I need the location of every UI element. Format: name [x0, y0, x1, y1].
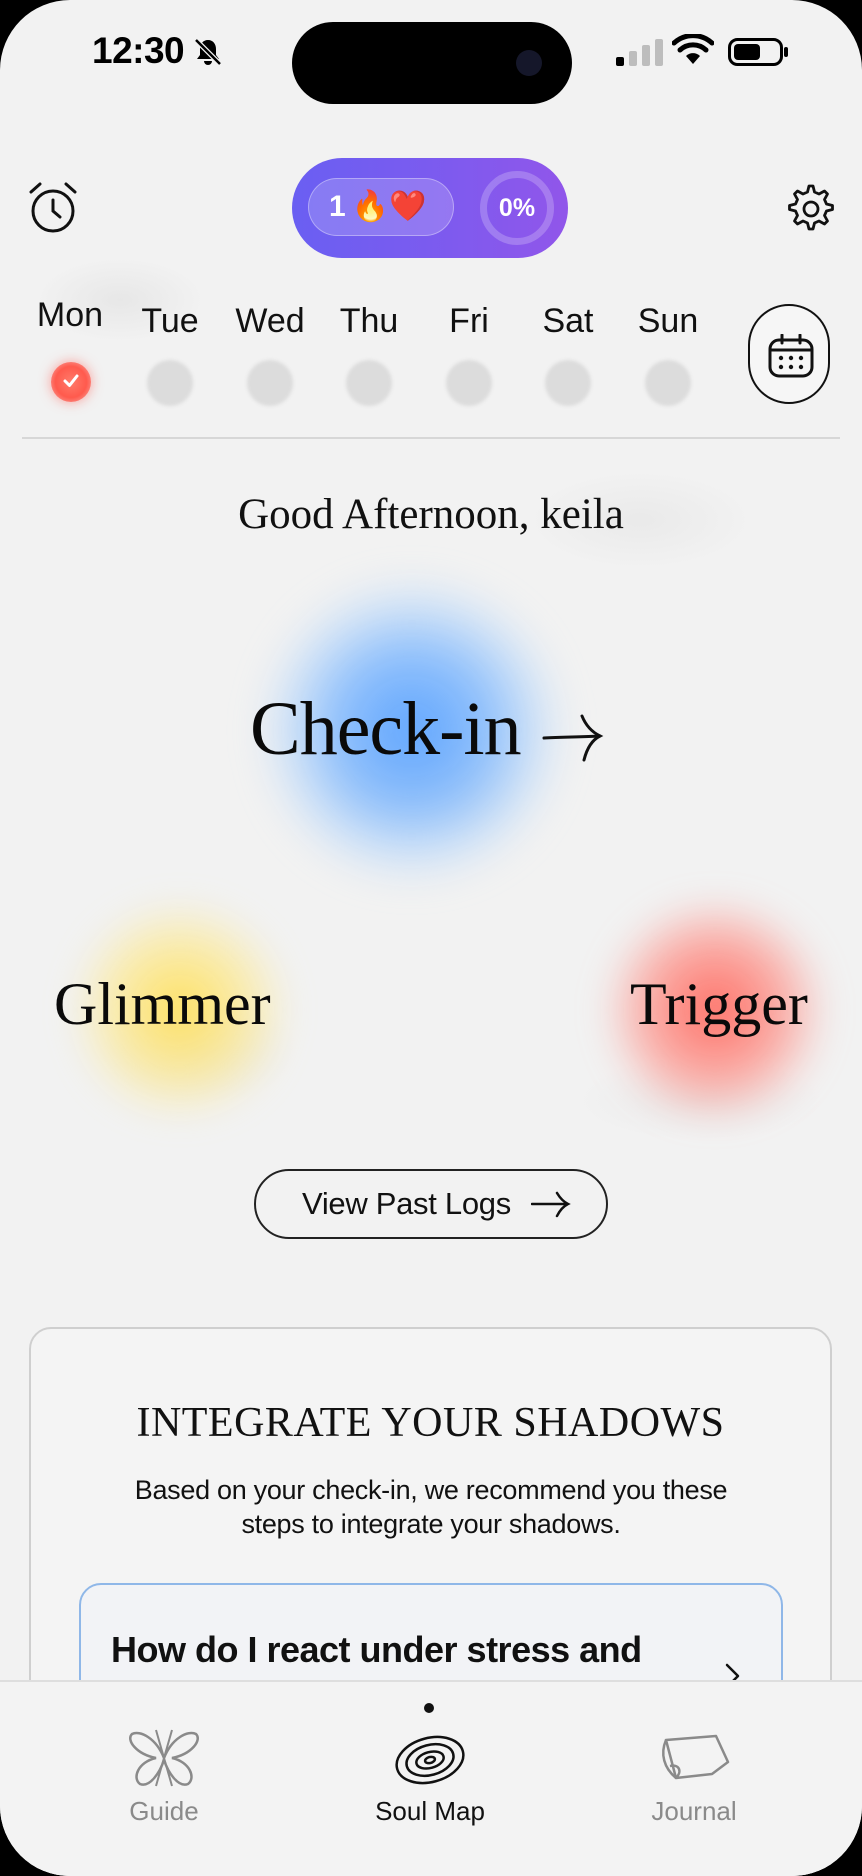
card-title: INTEGRATE YOUR SHADOWS — [136, 1400, 725, 1446]
fire-heart-icon: 🔥❤️ — [351, 190, 427, 223]
streak-count: 1 — [329, 190, 346, 223]
step-text: How do I react under stress and — [111, 1629, 642, 1670]
tab-guide-label: Guide — [129, 1796, 199, 1826]
butterfly-icon — [129, 1729, 199, 1787]
day-dot-wed[interactable] — [247, 360, 293, 406]
trigger-button[interactable]: Trigger — [630, 970, 808, 1039]
view-past-logs-button[interactable]: View Past Logs — [254, 1169, 608, 1239]
day-label-sun: Sun — [637, 302, 699, 340]
view-past-logs-label: View Past Logs — [302, 1186, 511, 1221]
day-dot-sun[interactable] — [645, 360, 691, 406]
streak-badge: 1 🔥❤️ — [308, 178, 454, 236]
checkin-label: Check-in — [250, 686, 522, 771]
tab-journal[interactable]: Journal — [614, 1728, 774, 1827]
camera-icon — [516, 50, 542, 76]
day-dot-sat[interactable] — [545, 360, 591, 406]
gear-icon[interactable] — [782, 182, 836, 236]
arrow-right-icon — [542, 714, 604, 762]
card-description: Based on your check-in, we recommend you… — [134, 1475, 728, 1539]
glimmer-button[interactable]: Glimmer — [54, 970, 271, 1039]
tab-soul-map[interactable]: Soul Map — [350, 1728, 510, 1827]
spiral-icon — [395, 1735, 465, 1785]
progress-percent: 0% — [498, 194, 536, 222]
day-label-thu: Thu — [339, 302, 399, 340]
dynamic-island — [292, 22, 572, 104]
arrow-right-icon — [530, 1191, 571, 1218]
battery-icon — [728, 38, 788, 66]
progress-ring: 0% — [480, 171, 554, 245]
greeting-text: Good Afternoon, keila — [238, 491, 624, 538]
wifi-icon — [672, 34, 714, 64]
day-label-wed: Wed — [235, 302, 305, 340]
calendar-button[interactable] — [748, 304, 830, 404]
day-dot-mon-done[interactable] — [51, 362, 91, 402]
tab-journal-label: Journal — [651, 1796, 737, 1826]
journal-icon — [662, 1734, 730, 1780]
streak-pill[interactable]: 1 🔥❤️ 0% — [292, 158, 568, 258]
bell-slash-icon — [194, 38, 222, 66]
day-dot-tue[interactable] — [147, 360, 193, 406]
day-label-fri: Fri — [449, 302, 489, 340]
status-time: 12:30 — [92, 30, 185, 71]
active-tab-indicator — [424, 1703, 434, 1713]
alarm-clock-icon[interactable] — [26, 180, 80, 236]
day-label-tue: Tue — [141, 302, 199, 340]
tab-guide[interactable]: Guide — [84, 1728, 244, 1827]
phone-screen: 12:30 1 🔥❤️ 0% Mon Tue Wed Thu Fri Sat S… — [0, 0, 862, 1876]
calendar-icon — [768, 334, 814, 378]
cellular-signal-icon — [616, 39, 663, 66]
day-dot-fri[interactable] — [446, 360, 492, 406]
checkin-button[interactable]: Check-in — [250, 684, 630, 774]
checkmark-icon — [63, 374, 79, 387]
week-divider — [22, 437, 840, 439]
day-dot-thu[interactable] — [346, 360, 392, 406]
tab-soul-map-label: Soul Map — [375, 1796, 485, 1826]
day-label-sat: Sat — [542, 302, 594, 340]
day-label-mon: Mon — [36, 296, 104, 334]
